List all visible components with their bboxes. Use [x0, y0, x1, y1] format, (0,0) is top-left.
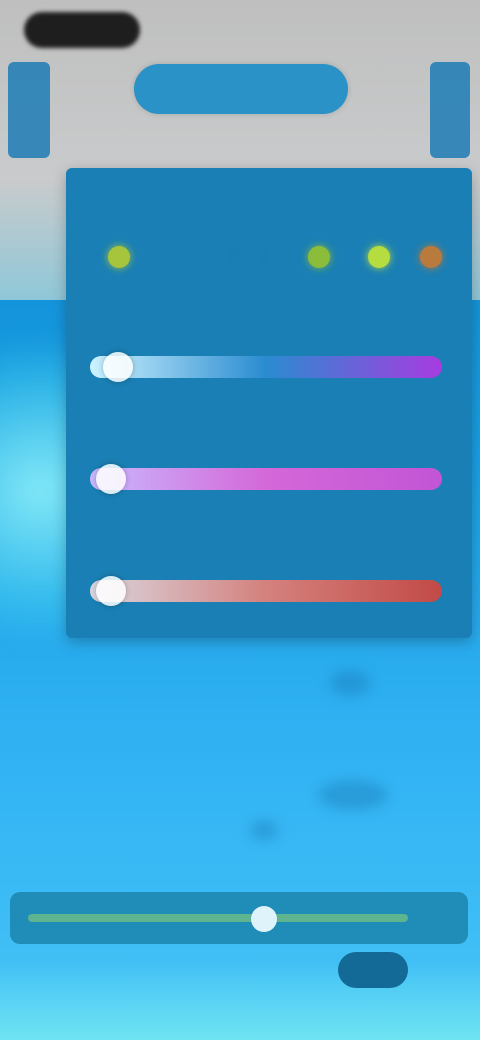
- swatch-row: [90, 238, 442, 278]
- background-bottom: [0, 960, 480, 1040]
- gradient-slider-section: [90, 320, 442, 382]
- bottom-toolbar: [10, 892, 468, 944]
- progress-bar[interactable]: [28, 906, 408, 932]
- background-fish: [250, 820, 278, 840]
- gradient-slider[interactable]: [90, 352, 442, 382]
- progress-knob[interactable]: [250, 906, 277, 932]
- screen: [0, 0, 480, 1040]
- slider-thumb[interactable]: [96, 576, 127, 606]
- slider-thumb[interactable]: [103, 352, 134, 382]
- action-button[interactable]: [338, 952, 408, 988]
- color-swatch-section: [90, 208, 442, 278]
- color-swatch[interactable]: [368, 246, 390, 268]
- section-label: [90, 320, 442, 336]
- section-label: [90, 432, 442, 448]
- background-fish: [330, 670, 370, 696]
- color-swatch[interactable]: [420, 246, 442, 268]
- gradient-slider-section: [90, 544, 442, 606]
- section-label: [90, 544, 442, 560]
- gradient-slider[interactable]: [90, 464, 442, 494]
- settings-panel: [66, 168, 472, 638]
- background-fish: [318, 780, 388, 810]
- slider-thumb[interactable]: [96, 464, 127, 494]
- gradient-slider-section: [90, 432, 442, 494]
- color-swatch[interactable]: [308, 246, 330, 268]
- color-swatch[interactable]: [108, 246, 130, 268]
- left-side-tab[interactable]: [8, 62, 50, 158]
- section-label: [90, 208, 442, 224]
- right-side-tab[interactable]: [430, 62, 470, 158]
- gradient-slider[interactable]: [90, 576, 442, 606]
- color-swatch[interactable]: [238, 246, 260, 268]
- status-pill: [24, 12, 140, 48]
- search-input[interactable]: [134, 64, 348, 114]
